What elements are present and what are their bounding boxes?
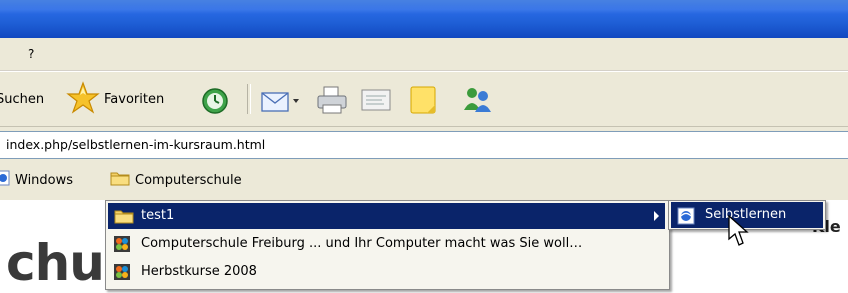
ie-page-icon [0,170,10,190]
messenger-icon[interactable] [460,84,494,117]
menu-item-label: test1 [141,208,175,223]
search-button[interactable]: Suchen [0,81,44,117]
link-computerschule-label: Computerschule [135,172,242,188]
menu-item-label: Herbstkurse 2008 [141,264,257,279]
folder-icon [110,170,130,190]
toolbar-separator [247,84,251,114]
joomla-icon [114,236,130,255]
search-label: Suchen [0,91,45,107]
printer-icon[interactable] [316,85,348,118]
menu-help[interactable]: ? [24,47,38,61]
links-bar: Windows Computerschule [0,160,848,198]
browser-chrome: ? Suchen Favoriten index.php/selbstlerne… [0,38,848,200]
link-windows[interactable]: Windows [0,170,73,190]
link-windows-label: Windows [15,172,74,188]
star-icon [66,80,100,118]
joomla-icon [114,264,130,283]
menu-item-computerschule-freiburg[interactable]: Computerschule Freiburg ... und Ihr Comp… [108,231,665,257]
favorites-button[interactable]: Favoriten [66,80,165,118]
address-url: index.php/selbstlernen-im-kursraum.html [6,137,266,152]
menu-item-herbstkurse[interactable]: Herbstkurse 2008 [108,259,665,285]
folder-icon [114,208,134,227]
page-heading-fragment: chu [6,234,105,292]
mouse-pointer-icon [728,214,750,252]
folder-dropdown-menu: test1 Computerschule Freiburg ... und Ih… [105,200,670,290]
mail-icon[interactable] [260,85,300,118]
window-title-bar[interactable] [0,0,848,38]
link-computerschule[interactable]: Computerschule [110,170,242,190]
toolbar: Suchen Favoriten [0,71,848,127]
submenu-arrow-icon [654,211,659,221]
history-icon[interactable] [200,86,230,119]
menu-item-label: Computerschule Freiburg ... und Ihr Comp… [141,236,583,251]
note-icon[interactable] [409,85,437,118]
menu-item-test1[interactable]: test1 [108,203,665,229]
ie-page-icon [677,207,695,228]
address-bar[interactable]: index.php/selbstlernen-im-kursraum.html [0,131,848,159]
edit-icon[interactable] [360,87,392,116]
title-bar-gloss [0,0,848,14]
favorites-label: Favoriten [104,91,165,107]
menu-bar: ? [0,38,848,71]
